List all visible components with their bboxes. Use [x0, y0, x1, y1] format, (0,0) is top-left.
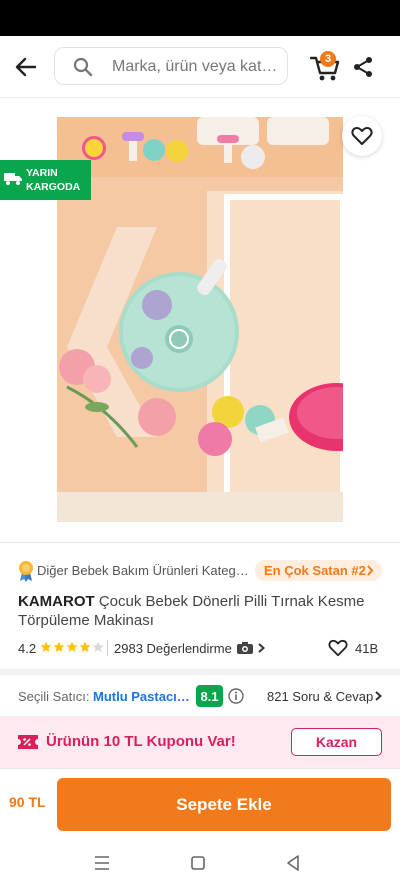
search-icon [73, 57, 93, 77]
questions-answers-link[interactable]: 821 Soru & Cevap [267, 689, 373, 704]
rating-stars [40, 641, 105, 653]
heart-icon[interactable] [328, 639, 348, 657]
section-divider [0, 669, 400, 675]
category-row: Diğer Bebek Bakım Ürünleri Kateg… En Çok… [18, 560, 382, 582]
search-input[interactable]: Marka, ürün veya kate… [54, 47, 288, 85]
back-button[interactable] [12, 53, 40, 81]
chevron-right-icon [375, 691, 382, 701]
star-empty-icon [92, 641, 104, 652]
favorite-button[interactable] [342, 116, 382, 156]
seller-score-badge: 8.1 [196, 685, 223, 707]
product-price: 90 TL [9, 794, 46, 810]
seller-row: Seçili Satıcı: Mutlu Pastacılı… 8.1 821 … [18, 684, 382, 708]
top-header: Marka, ürün veya kate… 3 [0, 36, 400, 98]
bestseller-badge[interactable]: En Çok Satan #2 [255, 560, 382, 581]
cargo-badge-line1: YARIN [26, 167, 58, 179]
system-nav-bar [0, 840, 400, 888]
info-icon[interactable] [228, 688, 244, 704]
recent-apps-icon[interactable] [94, 856, 110, 870]
chevron-right-icon [367, 565, 374, 576]
back-triangle-icon[interactable] [286, 855, 300, 871]
like-count: 41B [355, 641, 379, 656]
cargo-badge-line2: KARGODA [26, 181, 81, 193]
category-link[interactable]: Diğer Bebek Bakım Ürünleri Kateg… [37, 563, 249, 578]
next-day-cargo-badge: YARIN KARGODA [0, 160, 91, 200]
camera-icon [237, 642, 253, 654]
coupon-banner: Ürünün 10 TL Kuponu Var! Kazan [0, 716, 400, 768]
seller-name-link[interactable]: Mutlu Pastacılı… [93, 689, 193, 704]
star-filled-icon [66, 641, 78, 652]
product-image[interactable] [57, 117, 343, 522]
divider [107, 640, 108, 656]
star-filled-icon [79, 641, 91, 652]
star-filled-icon [53, 641, 65, 652]
seller-label: Seçili Satıcı: [18, 689, 90, 704]
arrow-left-icon [15, 57, 37, 77]
chevron-right-icon [258, 643, 265, 653]
cart-count-badge: 3 [320, 51, 336, 67]
product-brand[interactable]: KAMAROT [18, 593, 95, 610]
purchase-bar: 90 TL Sepete Ekle [0, 768, 400, 840]
search-placeholder: Marka, ürün veya kate… [112, 58, 282, 75]
share-button[interactable] [351, 55, 375, 79]
product-photo [57, 117, 343, 522]
home-icon[interactable] [191, 856, 205, 870]
truck-icon [4, 173, 22, 185]
add-to-cart-button[interactable]: Sepete Ekle [57, 778, 391, 831]
coupon-icon [18, 735, 38, 749]
claim-coupon-button[interactable]: Kazan [291, 728, 382, 756]
rating-value: 4.2 [18, 641, 37, 656]
rating-row: 4.2 2983 Değerlendirme 41B [18, 638, 382, 658]
status-bar [0, 0, 400, 36]
review-count-link[interactable]: 2983 Değerlendirme [114, 641, 232, 656]
share-icon [354, 57, 372, 77]
star-filled-icon [40, 641, 52, 652]
divider [0, 542, 400, 543]
coupon-text: Ürünün 10 TL Kuponu Var! [46, 733, 236, 750]
bestseller-label: En Çok Satan #2 [264, 563, 366, 578]
medal-icon [19, 561, 33, 582]
heart-icon [351, 127, 373, 145]
product-title: KAMAROT Çocuk Bebek Dönerli Pilli Tırnak… [18, 592, 382, 630]
